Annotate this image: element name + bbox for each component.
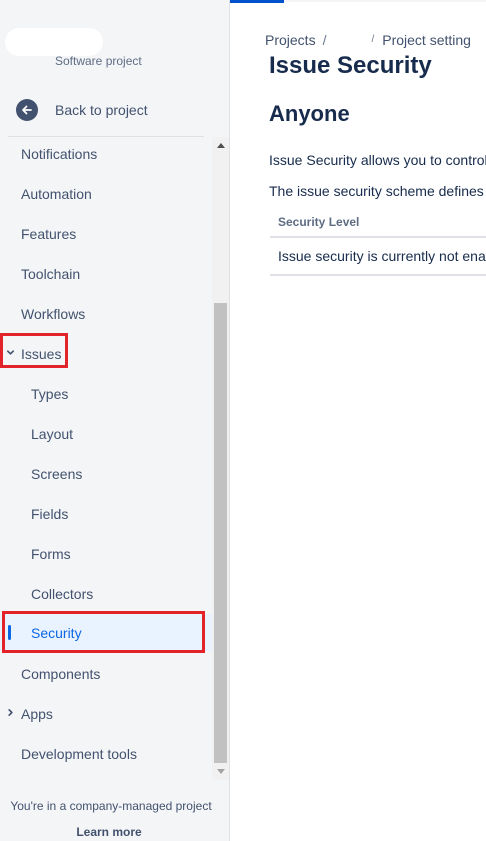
active-indicator: [8, 625, 11, 640]
project-settings-sidebar: Software project Back to project Notific…: [0, 0, 230, 841]
scroll-up-arrow-icon[interactable]: [212, 137, 229, 154]
sidebar-item-label: Types: [31, 386, 69, 402]
security-levels-table: Security Level Issue security is current…: [270, 208, 486, 276]
security-scheme-description: The issue security scheme defines h: [269, 183, 486, 199]
sidebar-item-forms[interactable]: Forms: [0, 537, 212, 571]
sidebar-item-security[interactable]: Security: [0, 614, 212, 651]
sidebar-item-label: Components: [21, 666, 101, 682]
sidebar-item-development-tools[interactable]: Development tools: [0, 737, 212, 771]
sidebar-item-layout[interactable]: Layout: [0, 417, 212, 451]
table-header-security-level: Security Level: [270, 208, 486, 238]
sidebar-item-label: Layout: [31, 426, 74, 442]
project-logo-placeholder: [5, 28, 103, 56]
sidebar-item-label: Development tools: [21, 746, 137, 762]
sidebar-item-features[interactable]: Features: [0, 217, 212, 251]
main-content: Projects / / Project setting Issue Security…: [231, 0, 486, 841]
sidebar-item-notifications[interactable]: Notifications: [0, 137, 212, 171]
sidebar-item-label: Apps: [21, 706, 53, 722]
scroll-down-arrow-icon[interactable]: [212, 763, 229, 780]
sidebar-item-label: Workflows: [21, 306, 86, 322]
sidebar-item-screens[interactable]: Screens: [0, 457, 212, 491]
sidebar-item-label: Issues: [21, 346, 62, 362]
page-title: Issue Security: [269, 52, 432, 79]
sidebar-item-label: Forms: [31, 546, 71, 562]
sidebar-scrollbar[interactable]: [212, 137, 229, 780]
project-type-label: Software project: [55, 54, 142, 68]
sidebar-item-label: Screens: [31, 466, 83, 482]
breadcrumb-project-settings[interactable]: Project setting: [382, 32, 471, 48]
table-row: Issue security is currently not enab: [270, 238, 486, 276]
arrow-left-circle-icon: [16, 99, 38, 121]
breadcrumb-separator: /: [322, 32, 327, 48]
sidebar-item-types[interactable]: Types: [0, 377, 212, 411]
sidebar-item-collectors[interactable]: Collectors: [0, 577, 212, 611]
sidebar-item-components[interactable]: Components: [0, 657, 212, 691]
sidebar-item-fields[interactable]: Fields: [0, 497, 212, 531]
sidebar-item-apps[interactable]: Apps: [0, 697, 212, 731]
breadcrumb-separator: /: [371, 34, 375, 45]
sidebar-item-issues[interactable]: Issues: [0, 337, 212, 371]
sidebar-item-label: Toolchain: [21, 266, 81, 282]
learn-more-link[interactable]: Learn more: [0, 825, 218, 839]
company-managed-note: You're in a company-managed project: [10, 799, 212, 813]
chevron-right-icon: [6, 708, 15, 720]
breadcrumb-projects[interactable]: Projects: [265, 32, 316, 48]
sidebar-item-label: Collectors: [31, 586, 94, 602]
sidebar-item-label: Notifications: [21, 146, 98, 162]
sidebar-item-label: Fields: [31, 506, 69, 522]
sidebar-item-toolchain[interactable]: Toolchain: [0, 257, 212, 291]
sidebar-item-automation[interactable]: Automation: [0, 177, 212, 211]
sidebar-item-label: Security: [31, 624, 82, 641]
chevron-down-icon: [6, 348, 15, 360]
security-scheme-name: Anyone: [269, 101, 350, 126]
sidebar-item-label: Features: [21, 226, 77, 242]
back-to-project-label: Back to project: [55, 102, 148, 118]
breadcrumb: Projects / / Project setting: [265, 32, 471, 48]
sidebar-item-workflows[interactable]: Workflows: [0, 297, 212, 331]
issue-security-description: Issue Security allows you to control: [269, 152, 486, 168]
scrollbar-thumb[interactable]: [214, 303, 227, 763]
sidebar-item-label: Automation: [21, 186, 92, 202]
back-to-project-link[interactable]: Back to project: [16, 99, 148, 121]
